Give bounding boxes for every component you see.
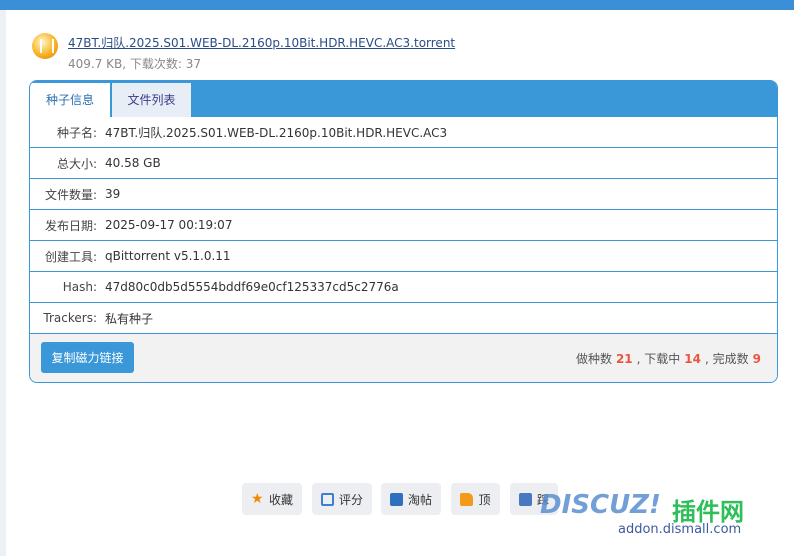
row-value: 39 <box>105 187 121 201</box>
row-label: 文件数量: <box>44 187 97 202</box>
row-label: 创建工具: <box>44 249 97 264</box>
seeders-label: 做种数 <box>575 352 612 366</box>
row-label: 发布日期: <box>44 218 97 233</box>
row-value: 47BT.归队.2025.S01.WEB-DL.2160p.10Bit.HDR.… <box>105 125 448 140</box>
tab-torrent-info[interactable]: 种子信息 <box>30 83 110 117</box>
leechers-count: 14 <box>684 352 701 366</box>
favorite-button[interactable]: ★ 收藏 <box>242 483 302 515</box>
info-row-trackers: Trackers: 私有种子 <box>30 303 777 334</box>
completed-count: 9 <box>752 352 761 366</box>
panel-footer: 复制磁力链接 做种数 21, 下载中 14 , 完成数 9 <box>30 334 777 382</box>
row-label: Hash: <box>62 280 97 294</box>
action-label: 淘帖 <box>407 492 432 507</box>
torrent-meta: 409.7 KB, 下载次数: 37 <box>68 57 202 71</box>
copy-magnet-button[interactable]: 复制磁力链接 <box>41 342 134 373</box>
rate-button[interactable]: 评分 <box>312 483 372 515</box>
action-label: 评分 <box>338 492 363 507</box>
completed-label: , 完成数 <box>705 352 749 366</box>
row-label: Trackers: <box>43 311 97 325</box>
calendar-icon <box>320 492 334 506</box>
tab-file-list[interactable]: 文件列表 <box>112 83 191 117</box>
torrent-info-panel: 种子信息 文件列表 种子名: 47BT.归队.2025.S01.WEB-DL.21… <box>29 80 778 383</box>
row-value: 47d80c0db5d5554bddf69e0cf125337cd5c2776a <box>105 280 399 294</box>
info-row-size: 总大小: 40.58 GB <box>30 148 777 179</box>
box-icon <box>389 492 403 506</box>
watermark-url: addon.dismall.com <box>618 522 742 537</box>
left-edge <box>0 10 6 556</box>
peer-stats: 做种数 21, 下载中 14 , 完成数 9 <box>576 350 765 367</box>
collect-button[interactable]: 淘帖 <box>381 483 441 515</box>
tab-bar: 种子信息 文件列表 <box>30 81 777 117</box>
upvote-button[interactable]: 顶 <box>451 483 500 515</box>
action-label: 收藏 <box>268 492 293 507</box>
row-value: 40.58 GB <box>105 156 161 170</box>
thumbs-down-icon <box>518 492 532 506</box>
info-row-hash: Hash: 47d80c0db5d5554bddf69e0cf125337cd5c… <box>30 272 777 303</box>
row-label: 种子名: <box>56 125 97 140</box>
row-value: 2025-09-17 00:19:07 <box>105 218 233 232</box>
thumbs-up-icon <box>460 492 474 506</box>
info-row-tool: 创建工具: qBittorrent v5.1.0.11 <box>30 241 777 272</box>
seeders-count: 21 <box>615 352 633 366</box>
row-label: 总大小: <box>56 156 97 171</box>
watermark-logo: DISCUZ! <box>540 490 661 520</box>
row-value: 私有种子 <box>105 311 154 326</box>
row-value: qBittorrent v5.1.0.11 <box>105 249 231 263</box>
star-icon: ★ <box>250 490 264 507</box>
torrent-file-icon <box>32 33 58 59</box>
torrent-download-link[interactable]: 47BT.归队.2025.S01.WEB-DL.2160p.10Bit.HDR.… <box>68 34 455 51</box>
top-nav-bar <box>0 0 794 10</box>
info-row-date: 发布日期: 2025-09-17 00:19:07 <box>30 210 777 241</box>
info-row-file-count: 文件数量: 39 <box>30 179 777 210</box>
info-row-name: 种子名: 47BT.归队.2025.S01.WEB-DL.2160p.10Bit.… <box>30 117 777 148</box>
action-label: 顶 <box>478 492 491 507</box>
leechers-label: , 下载中 <box>636 352 681 366</box>
